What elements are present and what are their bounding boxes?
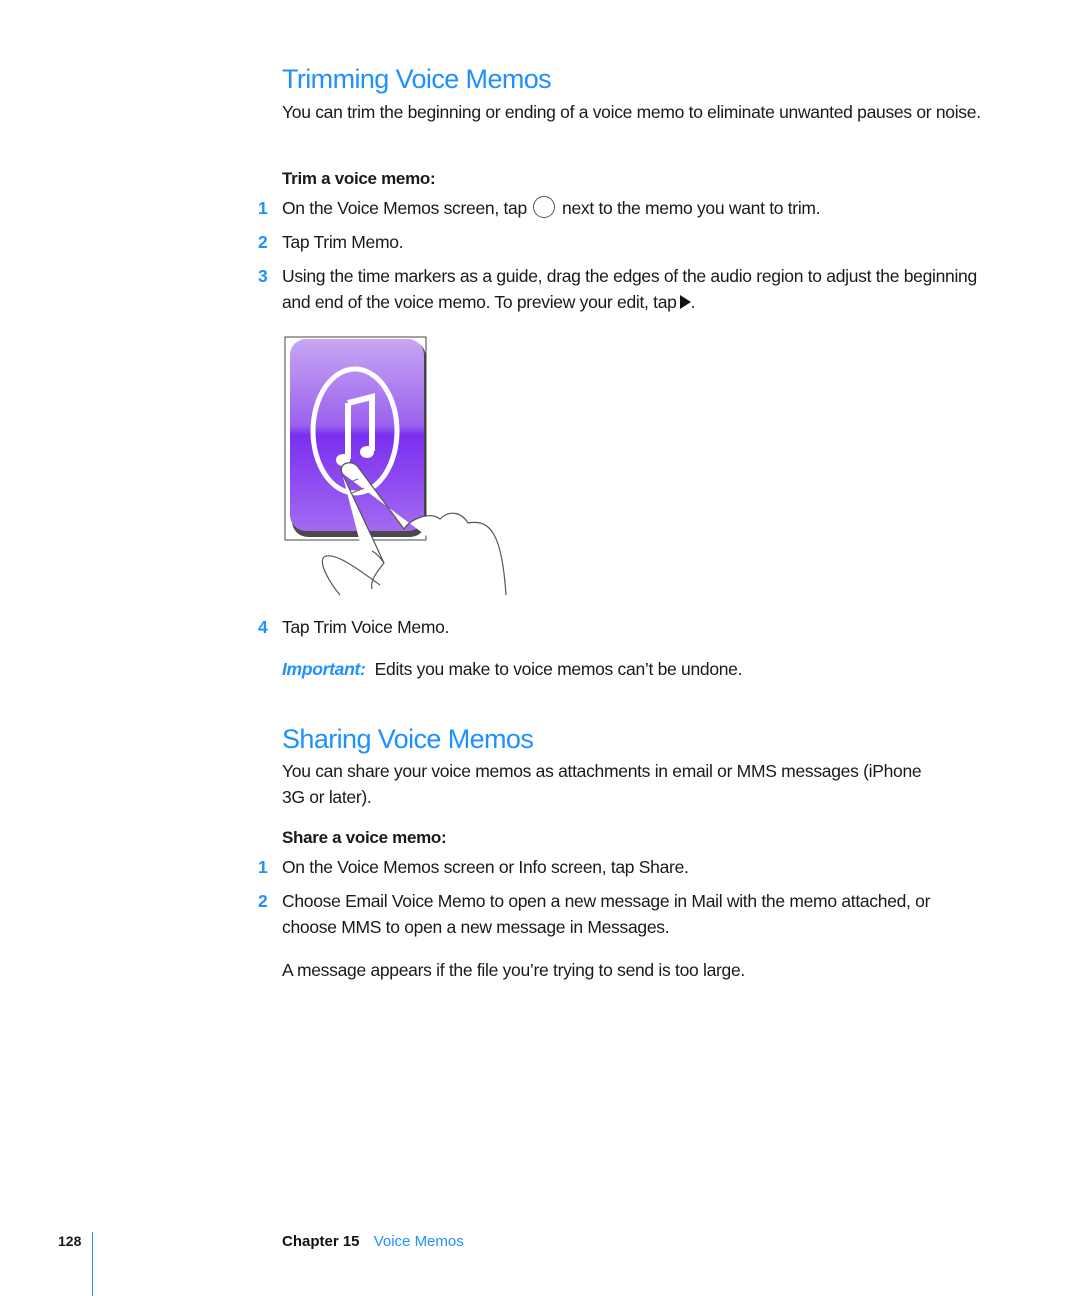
footer-chapter: Chapter 15 Voice Memos (282, 1233, 464, 1250)
circle-arrow-icon (533, 196, 556, 218)
share-task-heading: Share a voice memo: (282, 828, 447, 847)
play-icon (679, 295, 691, 309)
chapter-label: Chapter 15 (282, 1233, 360, 1250)
step-number: 1 (258, 198, 268, 218)
trimming-intro: You can trim the beginning or ending of … (282, 102, 981, 122)
step-number: 4 (258, 617, 268, 637)
footer-divider (92, 1232, 93, 1296)
section-title-trimming: Trimming Voice Memos (282, 64, 552, 94)
important-label: Important: (282, 659, 366, 679)
step-number: 2 (258, 891, 268, 911)
itunes-music-note-icon (284, 336, 507, 596)
illustration-tap-icon (280, 333, 520, 598)
sharing-outro: A message appears if the file you’re try… (282, 960, 745, 980)
step-number: 1 (258, 857, 268, 877)
section-title-sharing: Sharing Voice Memos (282, 724, 534, 754)
important-note: Important: Edits you make to voice memos… (282, 659, 743, 679)
step-number: 2 (258, 232, 268, 252)
step-number: 3 (258, 266, 268, 286)
chapter-title-link[interactable]: Voice Memos (374, 1233, 464, 1250)
page-number: 128 (58, 1233, 82, 1249)
trim-task-heading: Trim a voice memo: (282, 169, 436, 188)
sharing-intro: You can share your voice memos as attach… (282, 761, 922, 807)
